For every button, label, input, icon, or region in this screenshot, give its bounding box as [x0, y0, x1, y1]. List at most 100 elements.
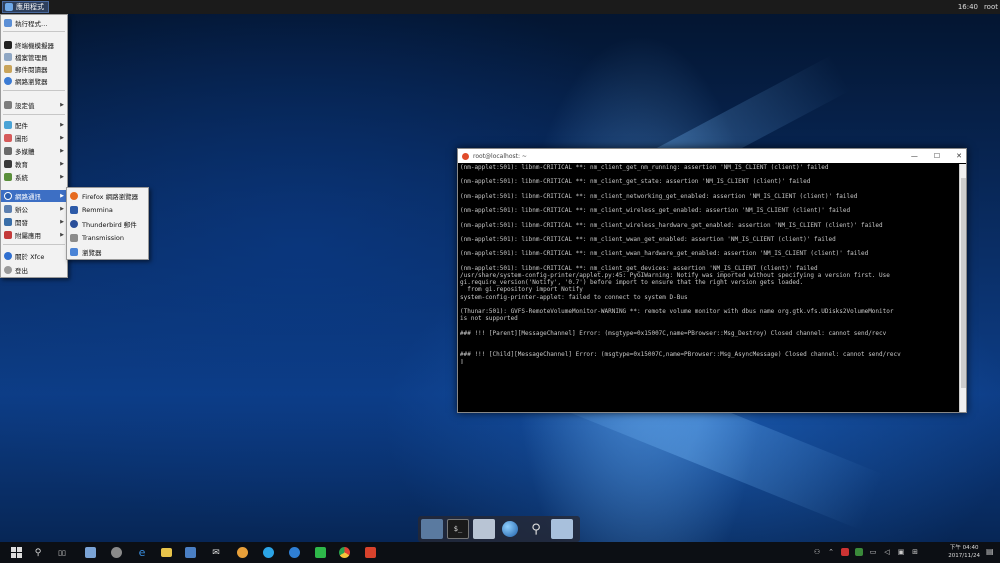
submenu-item-label: Transmission	[82, 234, 124, 242]
menu-item-internet[interactable]: 網路通訊 ▶	[1, 190, 67, 202]
mail-icon	[4, 65, 12, 73]
menu-item-label: 檔案管理員	[15, 54, 48, 62]
file-explorer-icon[interactable]	[158, 545, 174, 560]
chrome-icon[interactable]	[336, 545, 352, 560]
menu-item-accessories[interactable]: 配件 ▶	[1, 119, 67, 131]
mail-icon[interactable]: ✉	[208, 545, 224, 560]
dock-search-icon[interactable]: ⚲	[525, 519, 547, 539]
submenu-item-label: Thunderbird 郵件	[82, 221, 137, 229]
terminal-line: ▯	[460, 358, 464, 366]
dock-globe-icon[interactable]	[499, 519, 521, 539]
terminal-line: (nm-applet:501): libnm-CRITICAL **: nm_c…	[460, 164, 829, 171]
close-icon[interactable]: ✕	[956, 152, 962, 160]
dock-home-folder-icon[interactable]	[473, 519, 495, 539]
terminal-output[interactable]: (nm-applet:501): libnm-CRITICAL **: nm_c…	[460, 164, 958, 412]
menu-item-settings[interactable]: 設定值 ▶	[1, 99, 67, 111]
tray-app-icon[interactable]	[854, 547, 864, 557]
taskbar-app-icon[interactable]	[234, 545, 250, 560]
chevron-up-icon[interactable]: ⌃	[826, 547, 836, 557]
minimize-icon[interactable]: —	[911, 152, 918, 160]
terminal-line: gi.require_version('Notify', '0.7') befo…	[460, 279, 804, 287]
menu-item-logout[interactable]: 登出	[1, 264, 67, 276]
submenu-item-remmina[interactable]: Remmina	[67, 203, 148, 217]
dock-show-desktop-icon[interactable]	[421, 519, 443, 539]
task-view-icon[interactable]: ▯▯	[54, 545, 70, 560]
globe-icon	[4, 77, 12, 85]
network-icon[interactable]: ▭	[868, 547, 878, 557]
taskbar-app-icon[interactable]	[108, 545, 124, 560]
skype-icon[interactable]	[260, 545, 276, 560]
panel-clock[interactable]: 16:40	[958, 0, 978, 14]
notification-icon[interactable]: ▤	[986, 547, 996, 557]
menu-item-label: 教育	[15, 161, 28, 169]
dock: $_ ⚲	[418, 516, 580, 542]
menu-item-extras[interactable]: 附屬應用 ▶	[1, 229, 67, 241]
terminal-line: (nm-applet:501): libnm-CRITICAL **: nm_c…	[460, 221, 883, 229]
volume-icon[interactable]: ◁	[882, 547, 892, 557]
menu-item-terminal[interactable]: 終端機模擬器	[1, 39, 67, 51]
menu-item-label: 附屬應用	[15, 232, 41, 240]
xfce-logo-icon	[5, 3, 13, 11]
start-icon[interactable]	[8, 545, 24, 560]
ubuntu-app-icon[interactable]	[362, 545, 378, 560]
folder-icon	[4, 53, 12, 61]
menu-item-label: 辦公	[15, 206, 28, 214]
dock-folder-icon[interactable]	[551, 519, 573, 539]
terminal-scrollbar[interactable]	[959, 164, 966, 412]
submenu-arrow-icon: ▶	[60, 232, 64, 238]
menu-item-mail-reader[interactable]: 郵件閱讀器	[1, 63, 67, 75]
ime-icon[interactable]: ⊞	[910, 547, 920, 557]
dock-terminal-icon[interactable]: $_	[447, 519, 469, 539]
menu-item-multimedia[interactable]: 多媒體 ▶	[1, 145, 67, 157]
menu-item-education[interactable]: 教育 ▶	[1, 158, 67, 170]
menu-item-development[interactable]: 開發 ▶	[1, 216, 67, 228]
submenu-item-firefox[interactable]: Firefox 網路瀏覽器	[67, 189, 148, 203]
taskbar-app-icon[interactable]	[82, 545, 98, 560]
submenu-arrow-icon: ▶	[60, 161, 64, 167]
window-controls: — ☐ ✕	[911, 149, 962, 163]
terminal-titlebar[interactable]: root@localhost: ~ — ☐ ✕	[458, 149, 966, 163]
terminal-line: (nm-applet:501): libnm-CRITICAL **: nm_c…	[460, 264, 818, 272]
menu-item-run-program[interactable]: 執行程式…	[1, 17, 67, 29]
tray-app-icon[interactable]: ▣	[896, 547, 906, 557]
terminal-window[interactable]: root@localhost: ~ — ☐ ✕ (nm-applet:501):…	[457, 148, 967, 413]
menu-item-file-manager[interactable]: 檔案管理員	[1, 51, 67, 63]
scrollbar-thumb[interactable]	[961, 178, 966, 388]
tray-app-icon[interactable]	[840, 547, 850, 557]
menu-item-web-browser[interactable]: 網路瀏覽器	[1, 75, 67, 87]
submenu-item-browser[interactable]: 瀏覽器	[67, 245, 148, 259]
menu-item-office[interactable]: 辦公 ▶	[1, 203, 67, 215]
panel-user[interactable]: root	[984, 0, 998, 14]
multimedia-icon	[4, 147, 12, 155]
line-icon[interactable]	[312, 545, 328, 560]
terminal-line: (Thunar:501): GVFS-RemoteVolumeMonitor-W…	[460, 308, 894, 316]
search-icon[interactable]: ⚲	[30, 545, 46, 560]
menu-item-graphics[interactable]: 圖形 ▶	[1, 132, 67, 144]
submenu-item-transmission[interactable]: Transmission	[67, 231, 148, 245]
store-icon[interactable]	[182, 545, 198, 560]
applications-menu-button[interactable]: 應用程式	[2, 1, 49, 13]
edge-browser-icon[interactable]: e	[134, 545, 150, 560]
submenu-arrow-icon: ▶	[60, 122, 64, 128]
menu-item-about-xfce[interactable]: 關於 Xfce	[1, 250, 67, 262]
top-panel: 應用程式 16:40 root	[0, 0, 1000, 14]
people-icon[interactable]: ⚇	[812, 547, 822, 557]
terminal-line: (nm-applet:501): libnm-CRITICAL **: nm_c…	[460, 250, 869, 258]
taskbar: ⚲ ▯▯ e ✉ ⚇ ⌃ ▭ ◁ ▣ ⊞ 下午 04:40 2017/11/24…	[0, 542, 1000, 563]
taskbar-app-icon[interactable]	[286, 545, 302, 560]
menu-item-label: 設定值	[15, 102, 35, 110]
menu-item-system[interactable]: 系統 ▶	[1, 171, 67, 183]
taskbar-clock[interactable]: 下午 04:40 2017/11/24	[948, 544, 980, 560]
submenu-item-thunderbird[interactable]: Thunderbird 郵件	[67, 217, 148, 231]
system-icon	[4, 173, 12, 181]
maximize-icon[interactable]: ☐	[934, 152, 940, 160]
remmina-icon	[70, 206, 78, 214]
taskbar-time: 下午 04:40	[949, 545, 979, 551]
menu-item-label: 執行程式…	[15, 20, 48, 28]
terminal-icon	[4, 41, 12, 49]
